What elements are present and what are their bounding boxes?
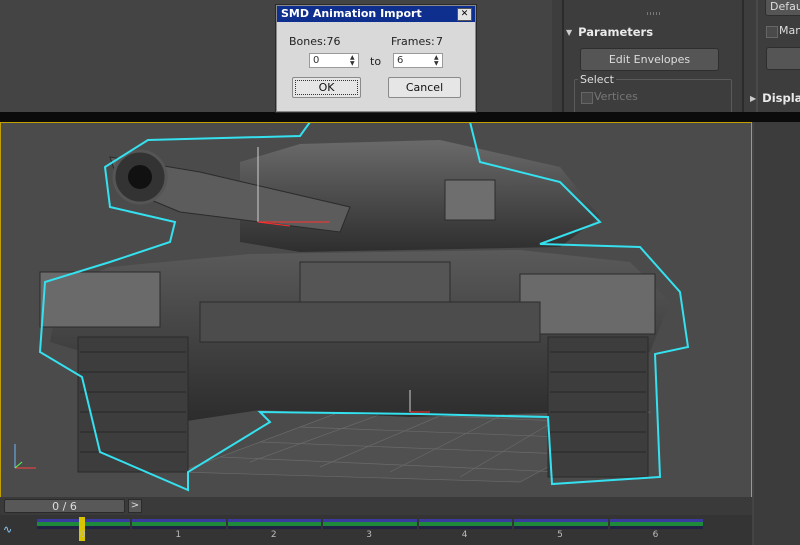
curve-editor-icon[interactable]: ∿ xyxy=(3,523,12,536)
frames-label: Frames: xyxy=(391,35,435,48)
viewport-scene xyxy=(14,121,690,492)
time-slider[interactable]: 0 / 6 > xyxy=(0,497,752,515)
tick-label: 0 xyxy=(80,530,86,540)
vertices-label: Vertices xyxy=(594,90,638,103)
start-frame-value: 0 xyxy=(313,55,320,66)
end-frame-spinner[interactable]: 6 ▲ ▼ xyxy=(393,53,443,68)
track-segment[interactable] xyxy=(323,519,417,529)
frames-count: 7 xyxy=(436,35,443,48)
screen-divider xyxy=(0,112,800,122)
right-side-panel xyxy=(754,122,800,545)
start-frame-spinner[interactable]: 0 ▲ ▼ xyxy=(309,53,359,68)
trackbar[interactable]: ∿ 0 1 2 3 4 5 6 xyxy=(0,515,752,545)
display-title: Displa xyxy=(762,91,800,105)
time-slider-thumb[interactable]: 0 / 6 xyxy=(4,499,125,513)
tick-label: 1 xyxy=(175,530,182,540)
track-segment[interactable] xyxy=(609,519,703,529)
track-segment[interactable] xyxy=(132,519,226,529)
cancel-button[interactable]: Cancel xyxy=(388,77,461,98)
select-group-label: Select xyxy=(578,73,616,86)
perspective-viewport[interactable] xyxy=(0,121,752,497)
vertices-checkbox[interactable] xyxy=(581,92,593,104)
panel-button[interactable] xyxy=(766,47,800,70)
track-segment[interactable] xyxy=(514,519,608,529)
display-rollout-header[interactable]: ▶ Displa xyxy=(750,89,800,107)
tick-label: 6 xyxy=(652,530,659,540)
parameters-title: Parameters xyxy=(578,25,654,39)
default-dropdown[interactable]: Defau xyxy=(765,0,800,16)
triangle-down-icon: ▼ xyxy=(566,27,573,37)
manage-label: Man xyxy=(779,24,800,37)
end-frame-value: 6 xyxy=(397,55,404,66)
close-icon[interactable]: ✕ xyxy=(457,8,472,21)
track-segment[interactable] xyxy=(418,519,513,529)
manage-checkbox[interactable] xyxy=(766,26,778,38)
dialog-title: SMD Animation Import xyxy=(281,7,422,20)
to-label: to xyxy=(370,55,382,68)
ok-button[interactable]: OK xyxy=(292,77,361,98)
tick-label: 3 xyxy=(366,530,373,540)
dialog-title-bar[interactable]: SMD Animation Import xyxy=(277,6,475,22)
track-strip[interactable] xyxy=(36,517,704,541)
track-segment[interactable] xyxy=(227,519,322,529)
smd-import-dialog: SMD Animation Import ✕ Bones:76 Frames: … xyxy=(276,5,476,112)
spinner-arrows-icon[interactable]: ▲ ▼ xyxy=(434,55,440,67)
triangle-right-icon: ▶ xyxy=(750,93,757,103)
bones-count: Bones:76 xyxy=(289,35,341,48)
tick-label: 4 xyxy=(461,530,468,540)
world-axis-tripod xyxy=(14,444,36,469)
edit-envelopes-button[interactable]: Edit Envelopes xyxy=(580,48,719,71)
tick-label: 5 xyxy=(557,530,563,540)
tick-label: 2 xyxy=(270,530,277,540)
panel-separator xyxy=(562,0,564,112)
panel-separator xyxy=(742,0,744,112)
next-frame-button[interactable]: > xyxy=(128,499,142,513)
parameters-rollout-header[interactable]: ▼ Parameters xyxy=(566,23,736,41)
spinner-arrows-icon[interactable]: ▲ ▼ xyxy=(350,55,356,67)
panel-grip-handle[interactable] xyxy=(647,12,661,15)
